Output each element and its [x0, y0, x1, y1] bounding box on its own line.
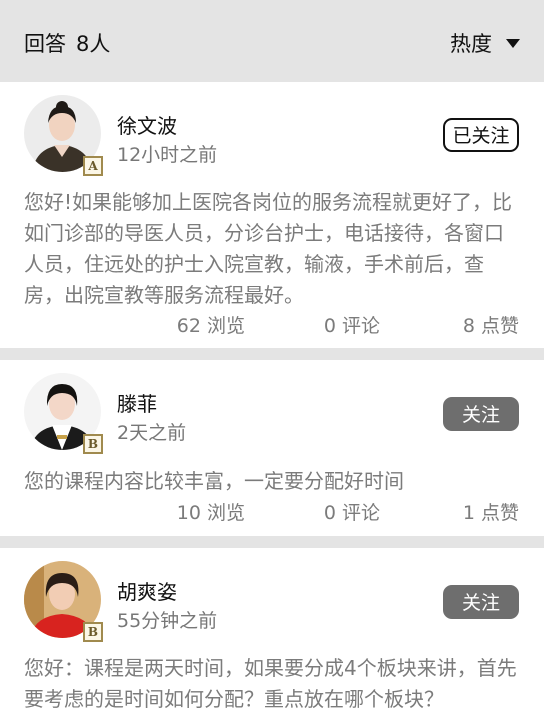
answer-card: B 胡爽姿 55分钟之前 关注 您好：课程是两天时间，如果要分成4个板块来讲，首…	[0, 548, 544, 722]
avatar[interactable]: B	[24, 561, 103, 642]
level-badge: B	[83, 434, 103, 454]
level-badge: B	[83, 622, 103, 642]
avatar[interactable]: B	[24, 373, 103, 454]
answer-card: B 滕菲 2天之前 关注 您的课程内容比较丰富，一定要分配好时间 10 浏览 0…	[0, 360, 544, 536]
answer-stats: 62 浏览 0 评论 8 点赞	[0, 311, 544, 337]
comments-count[interactable]: 0 评论	[324, 498, 380, 525]
follow-button[interactable]: 关注	[443, 585, 519, 619]
post-time: 2天之前	[117, 422, 187, 444]
answer-content: 您的课程内容比较丰富，一定要分配好时间	[24, 469, 404, 493]
triangle-down-icon	[506, 38, 520, 48]
likes-count[interactable]: 8 点赞	[463, 311, 519, 338]
comments-count[interactable]: 0 评论	[324, 311, 380, 338]
avatar[interactable]: A	[24, 95, 103, 176]
post-time: 12小时之前	[117, 144, 218, 166]
post-time: 55分钟之前	[117, 610, 218, 632]
answer-card: A 徐文波 12小时之前 已关注 您好!如果能够加上医院各岗位的服务流程就更好了…	[0, 82, 544, 348]
likes-count[interactable]: 1 点赞	[463, 498, 519, 525]
answers-header: 回答 8人 热度	[0, 0, 544, 82]
answers-count: 8人	[76, 32, 111, 56]
author-name[interactable]: 徐文波	[117, 110, 177, 139]
author-name[interactable]: 胡爽姿	[117, 576, 177, 605]
level-badge: A	[83, 156, 103, 176]
views-count: 10 浏览	[176, 502, 245, 524]
answers-count-title: 回答 8人	[24, 28, 110, 58]
followed-button[interactable]: 已关注	[443, 118, 519, 152]
views-count: 62 浏览	[176, 315, 245, 337]
author-name[interactable]: 滕菲	[117, 388, 157, 417]
sort-dropdown[interactable]: 热度	[450, 28, 520, 58]
answer-content: 您好：课程是两天时间，如果要分成4个板块来讲，首先要考虑的是时间如何分配？重点放…	[24, 656, 517, 711]
answers-label: 回答	[24, 32, 66, 56]
sort-label: 热度	[450, 32, 492, 56]
answer-content: 您好!如果能够加上医院各岗位的服务流程就更好了，比如门诊部的导医人员，分诊台护士…	[24, 190, 513, 307]
answer-stats: 10 浏览 0 评论 1 点赞	[0, 498, 544, 524]
follow-button[interactable]: 关注	[443, 397, 519, 431]
